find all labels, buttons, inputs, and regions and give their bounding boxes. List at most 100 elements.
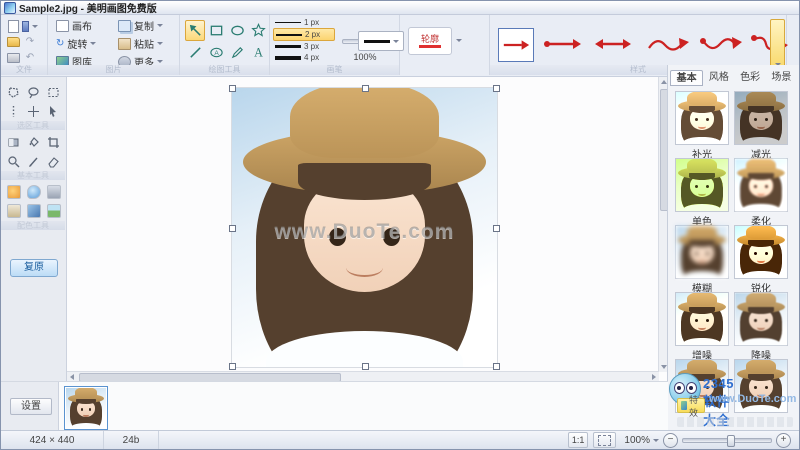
effects-tabs: 基本 风格 色彩 场景 — [670, 70, 797, 86]
zoom-dropdown-icon[interactable] — [653, 438, 659, 442]
filter-monochrome[interactable]: 单色 — [675, 158, 729, 228]
crosshair-select-tool[interactable] — [24, 102, 43, 120]
new-file-button[interactable] — [5, 19, 21, 33]
filter-denoise[interactable]: 降噪 — [734, 292, 788, 362]
paste-dropdown-icon[interactable] — [157, 42, 163, 45]
zoom-in-button[interactable]: + — [776, 432, 791, 448]
style-gallery-dropdown-button[interactable] — [770, 19, 785, 71]
arrow-style-double[interactable] — [592, 33, 634, 55]
image-group-label: 图片 — [48, 65, 179, 75]
outline-color-button[interactable]: 轮廓 — [408, 27, 452, 55]
redo-button[interactable]: ↷ — [22, 35, 38, 49]
star-tool[interactable] — [248, 20, 268, 41]
selection-handle-sw[interactable] — [229, 363, 236, 370]
window-title: Sample2.jpg - 美明画图免费版 — [19, 4, 157, 15]
freehand-select-tool[interactable] — [4, 102, 23, 120]
ellipse-tool[interactable] — [227, 20, 247, 41]
paste-icon — [118, 37, 131, 50]
undo-button[interactable]: ↶ — [22, 51, 38, 65]
waterdrop-tool[interactable] — [24, 183, 43, 201]
title-bar[interactable]: Sample2.jpg - 美明画图免费版 — [1, 1, 799, 15]
selection-handle-w[interactable] — [229, 225, 236, 232]
zoom-slider[interactable] — [682, 434, 772, 447]
copy-icon — [118, 19, 131, 32]
photo-effect-tool[interactable] — [24, 202, 43, 220]
rectangle-tool[interactable] — [206, 20, 226, 41]
gradient-tool[interactable] — [4, 133, 23, 151]
photo-watermark: www.DuoTe.com — [274, 220, 455, 243]
pencil-tool[interactable] — [227, 42, 247, 63]
text-tool[interactable]: A — [248, 42, 268, 63]
copy-dropdown-icon[interactable] — [157, 24, 163, 27]
move-tool[interactable] — [44, 102, 63, 120]
zoom-tool[interactable] — [4, 152, 23, 170]
dot-wave-arrow-icon — [700, 37, 742, 50]
arrow-style-wave[interactable] — [646, 33, 692, 57]
rect-select-tool[interactable] — [44, 83, 63, 101]
scene-tool[interactable] — [44, 202, 63, 220]
filter-add-noise[interactable]: 增噪 — [675, 292, 729, 362]
tab-color[interactable]: 色彩 — [735, 70, 766, 86]
tab-style[interactable]: 风格 — [703, 70, 734, 86]
filter-dim-light[interactable]: 减光 — [734, 91, 788, 161]
arrow-style-dot-wave[interactable] — [698, 33, 744, 57]
paste-label: 粘贴 — [134, 40, 154, 51]
fill-tool[interactable] — [24, 133, 43, 151]
arrow-style-straight[interactable] — [498, 28, 534, 62]
zoom-out-button[interactable]: − — [663, 432, 678, 448]
softlight-tool[interactable] — [4, 183, 23, 201]
callout-tool[interactable]: A — [206, 42, 226, 63]
save-button[interactable] — [22, 19, 38, 33]
edited-photo[interactable]: www.DuoTe.com — [229, 85, 500, 370]
copy-button[interactable]: 复制 — [116, 18, 165, 33]
texture-tool[interactable] — [44, 183, 63, 201]
filter-sharpen[interactable]: 锐化 — [734, 225, 788, 295]
open-file-button[interactable] — [5, 35, 21, 49]
filter-soften[interactable]: 柔化 — [734, 158, 788, 228]
paste-button[interactable]: 粘贴 — [116, 36, 165, 51]
pen-tool[interactable] — [24, 152, 43, 170]
selection-handle-nw[interactable] — [229, 85, 236, 92]
selection-handle-e[interactable] — [493, 225, 500, 232]
canvas-button[interactable]: 画布 — [54, 18, 94, 33]
line-width-3px[interactable]: 3 px — [273, 41, 335, 52]
lasso-icon — [28, 86, 39, 98]
selection-handle-ne[interactable] — [493, 85, 500, 92]
eraser-tool[interactable] — [44, 152, 63, 170]
rotate-dropdown-icon[interactable] — [90, 42, 97, 45]
restore-button[interactable]: 复原 — [10, 259, 58, 277]
crop-tool[interactable] — [44, 133, 63, 151]
line-tool[interactable] — [185, 42, 205, 63]
lasso-tool[interactable] — [24, 83, 43, 101]
filter-blur[interactable]: 模糊 — [675, 225, 729, 295]
filmstrip: 设置 — [1, 381, 668, 430]
polygon-select-tool[interactable] — [4, 83, 23, 101]
fit-window-button[interactable] — [593, 432, 617, 448]
print-button[interactable] — [5, 51, 21, 65]
zoom-slider-handle[interactable] — [727, 434, 735, 447]
selection-handle-se[interactable] — [493, 363, 500, 370]
filter-fill-light[interactable]: 补光 — [675, 91, 729, 161]
selection-handle-n[interactable] — [362, 85, 369, 92]
line-width-2px[interactable]: 2 px — [273, 28, 335, 41]
line-width-1px[interactable]: 1 px — [273, 17, 335, 28]
arrow-style-dot-straight[interactable] — [542, 33, 584, 55]
tab-scene[interactable]: 场景 — [766, 70, 797, 86]
rotate-button[interactable]: ↻ 旋转 — [54, 36, 98, 51]
outline-dropdown-icon[interactable] — [456, 39, 462, 42]
settings-button[interactable]: 设置 — [10, 398, 52, 415]
canvas-area[interactable]: www.DuoTe.com — [67, 77, 669, 382]
more-dropdown-icon[interactable] — [157, 60, 163, 63]
filter-thumb-extra-right[interactable] — [734, 359, 788, 413]
tab-basic[interactable]: 基本 — [670, 70, 704, 86]
line-width-4px[interactable]: 4 px — [273, 52, 335, 63]
actual-size-button[interactable]: 1:1 — [567, 432, 589, 448]
filmstrip-thumbnail[interactable] — [64, 386, 108, 430]
selection-handle-s[interactable] — [362, 363, 369, 370]
save-dropdown-icon[interactable] — [32, 24, 38, 28]
copy-label: 复制 — [134, 22, 154, 33]
frame-tool[interactable] — [4, 202, 23, 220]
select-arrow-tool[interactable] — [185, 20, 205, 41]
line-style-dropdown[interactable] — [358, 31, 404, 51]
filter-thumb-extra-left[interactable] — [675, 359, 729, 413]
